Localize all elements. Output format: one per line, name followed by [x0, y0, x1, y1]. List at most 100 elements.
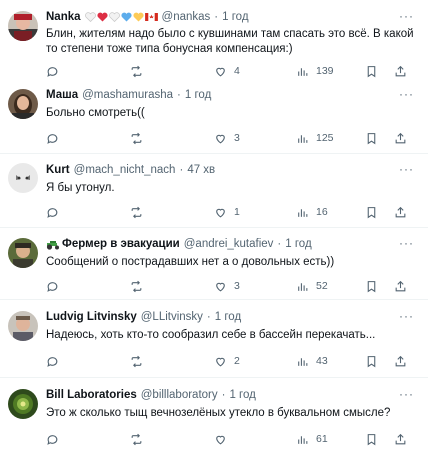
author-handle[interactable]: @LLitvinsky	[141, 311, 203, 323]
like-button[interactable]: 3	[214, 280, 240, 293]
views-button[interactable]: 16	[296, 206, 328, 219]
more-options-icon[interactable]: ···	[399, 9, 414, 23]
avatar[interactable]	[8, 389, 38, 419]
likes-count: 2	[234, 355, 240, 367]
bookmark-button[interactable]	[365, 206, 378, 219]
share-icon	[394, 280, 407, 293]
more-options-icon[interactable]: ···	[399, 309, 414, 323]
tweet-6[interactable]: Bill Laboratories @billlaboratory · 1 го…	[0, 378, 428, 462]
bookmark-button[interactable]	[365, 132, 378, 145]
author-handle[interactable]: @nankas	[162, 11, 211, 23]
views-icon	[296, 132, 309, 145]
bookmark-button[interactable]	[365, 65, 378, 78]
reply-button[interactable]	[46, 433, 66, 446]
timestamp[interactable]: 47 хв	[187, 164, 215, 176]
likes-count: 1	[234, 206, 240, 218]
timestamp[interactable]: 1 год	[215, 311, 241, 323]
separator-dot: ·	[177, 89, 181, 101]
more-options-icon[interactable]: ···	[399, 162, 414, 176]
share-icon	[394, 206, 407, 219]
more-options-icon[interactable]: ···	[399, 87, 414, 101]
author-handle[interactable]: @billlaboratory	[141, 389, 218, 401]
action-bar: 1 16	[46, 205, 414, 219]
share-button[interactable]	[394, 355, 407, 368]
tweet-3[interactable]: Kurt @mach_nicht_nach · 47 хв ··· Я бы у…	[0, 154, 428, 228]
tweet-text: Сообщений о пострадавших нет а о довольн…	[46, 256, 335, 268]
retweet-button[interactable]	[130, 355, 150, 368]
tweet-2[interactable]: Маша @mashamurasha · 1 год ··· Больно см…	[0, 80, 428, 154]
avatar[interactable]	[8, 89, 38, 119]
tweet-text: Блин, жителям надо было с кувшинами там …	[46, 28, 414, 55]
author-name[interactable]: Kurt	[46, 164, 70, 176]
reply-button[interactable]	[46, 132, 66, 145]
tweet-4[interactable]: Фермер в эвакуации @andrei_kutafiev · 1 …	[0, 228, 428, 300]
views-button[interactable]: 61	[296, 433, 328, 446]
bookmark-button[interactable]	[365, 280, 378, 293]
like-button[interactable]: 3	[214, 132, 240, 145]
like-button[interactable]: 1	[214, 206, 240, 219]
reply-button[interactable]	[46, 355, 66, 368]
retweet-icon	[130, 280, 143, 293]
bookmark-icon	[365, 433, 378, 446]
bookmark-button[interactable]	[365, 355, 378, 368]
views-icon	[296, 206, 309, 219]
author-handle[interactable]: @andrei_kutafiev	[184, 238, 274, 250]
author-name[interactable]: Фермер в эвакуации	[62, 238, 180, 250]
separator-dot: ·	[206, 311, 211, 323]
reply-icon	[46, 280, 59, 293]
share-button[interactable]	[394, 206, 407, 219]
likes-count: 4	[234, 65, 240, 77]
avatar[interactable]	[8, 238, 38, 268]
more-options-icon[interactable]: ···	[399, 236, 414, 250]
avatar[interactable]	[8, 163, 38, 193]
like-icon	[214, 355, 227, 368]
share-button[interactable]	[394, 433, 407, 446]
share-button[interactable]	[394, 280, 407, 293]
likes-count: 3	[234, 280, 240, 292]
name-emojis	[84, 12, 158, 22]
avatar[interactable]	[8, 11, 38, 41]
like-button[interactable]	[214, 433, 234, 446]
timestamp[interactable]: 1 год	[229, 389, 255, 401]
author-name[interactable]: Ludvig Litvinsky	[46, 311, 137, 323]
views-button[interactable]: 52	[296, 280, 328, 293]
reply-button[interactable]	[46, 280, 66, 293]
timestamp[interactable]: 1 год	[185, 89, 211, 101]
separator-dot: ·	[277, 238, 282, 250]
like-button[interactable]: 4	[214, 65, 240, 78]
bookmark-button[interactable]	[365, 433, 378, 446]
divider	[0, 227, 428, 228]
reply-button[interactable]	[46, 206, 66, 219]
retweet-button[interactable]	[130, 132, 150, 145]
views-button[interactable]: 125	[296, 132, 334, 145]
reply-button[interactable]	[46, 65, 66, 78]
views-count: 52	[316, 280, 328, 292]
avatar[interactable]	[8, 311, 38, 341]
retweet-icon	[130, 132, 143, 145]
author-name[interactable]: Bill Laboratories	[46, 389, 137, 401]
views-button[interactable]: 139	[296, 65, 334, 78]
tweet-5[interactable]: Ludvig Litvinsky @LLitvinsky · 1 год ···…	[0, 300, 428, 378]
author-name[interactable]: Маша	[46, 89, 78, 101]
retweet-button[interactable]	[130, 65, 150, 78]
views-icon	[296, 65, 309, 78]
like-button[interactable]: 2	[214, 355, 240, 368]
retweet-button[interactable]	[130, 433, 150, 446]
author-handle[interactable]: @mach_nicht_nach	[74, 164, 176, 176]
retweet-button[interactable]	[130, 280, 150, 293]
tweet-1[interactable]: Nanka @nankas · 1 год ··· Блин, жителям …	[0, 0, 428, 86]
timestamp[interactable]: 1 год	[222, 11, 248, 23]
timestamp[interactable]: 1 год	[285, 238, 311, 250]
author-handle[interactable]: @mashamurasha	[82, 89, 173, 101]
divider	[0, 377, 428, 378]
retweet-button[interactable]	[130, 206, 150, 219]
reply-icon	[46, 65, 59, 78]
views-count: 125	[316, 132, 334, 144]
share-button[interactable]	[394, 132, 407, 145]
views-button[interactable]: 43	[296, 355, 328, 368]
author-name[interactable]: Nanka	[46, 11, 81, 23]
blue-heart-icon	[120, 12, 132, 22]
more-options-icon[interactable]: ···	[399, 387, 414, 401]
share-button[interactable]	[394, 65, 407, 78]
retweet-icon	[130, 206, 143, 219]
